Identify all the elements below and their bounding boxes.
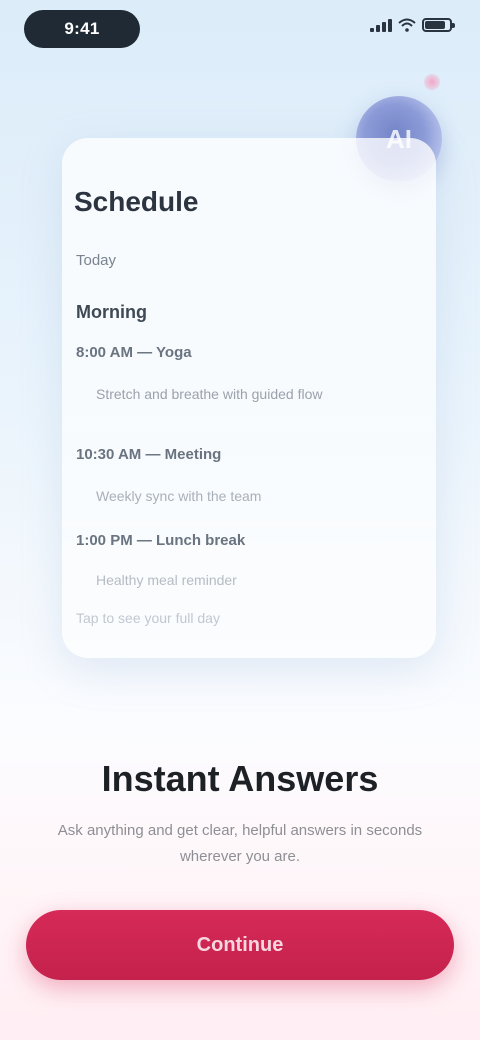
status-time: 9:41 — [64, 19, 100, 38]
status-time-pill: 9:41 — [24, 10, 140, 48]
onboarding-subtext: Ask anything and get clear, helpful answ… — [57, 822, 423, 865]
card-line-footer: Tap to see your full day — [76, 610, 220, 626]
battery-icon — [422, 18, 455, 32]
card-line-date: Today — [76, 252, 117, 269]
status-bar: 9:41 — [0, 0, 480, 56]
card-line-event-2-detail: Weekly sync with the team — [96, 488, 262, 504]
notification-dot — [424, 74, 440, 90]
card-title: Schedule — [74, 186, 199, 217]
status-icons — [370, 18, 455, 32]
card-line-event-3: 1:00 PM — Lunch break — [76, 532, 246, 549]
card-line-event-1: 8:00 AM — Yoga — [76, 344, 192, 361]
continue-button[interactable]: Continue — [26, 910, 454, 980]
signal-icon — [370, 18, 392, 32]
wifi-icon — [398, 18, 416, 32]
card-line-section: Morning — [76, 302, 147, 322]
card-line-event-1-detail: Stretch and breathe with guided flow — [96, 386, 323, 402]
onboarding-headline: Instant Answers — [101, 758, 379, 799]
card-line-event-3-detail: Healthy meal reminder — [96, 572, 237, 588]
card-line-event-2: 10:30 AM — Meeting — [76, 446, 222, 463]
